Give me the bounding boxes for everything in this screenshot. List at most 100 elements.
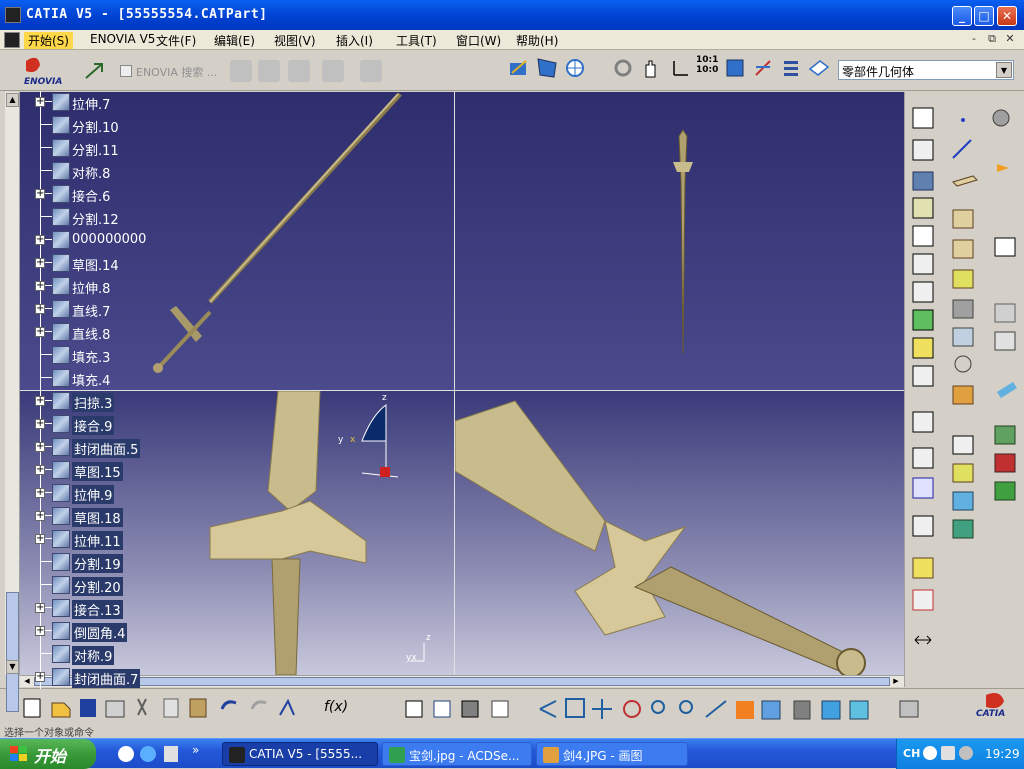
tree-item[interactable]: + 直线.7 <box>22 298 222 321</box>
maximize-button[interactable]: □ <box>974 6 994 26</box>
swap-space-icon[interactable] <box>821 700 841 720</box>
shell-icon[interactable] <box>994 481 1016 501</box>
reference-point-icon[interactable] <box>954 355 972 373</box>
rotate-view-icon[interactable] <box>623 700 641 718</box>
fly-mode-icon[interactable] <box>508 57 530 79</box>
minimize-button[interactable]: _ <box>952 6 972 26</box>
menu-enovia[interactable]: ENOVIA V5 <box>90 32 155 46</box>
pocket-icon[interactable] <box>912 281 934 303</box>
ie-browser-icon[interactable] <box>140 746 156 762</box>
tree-item[interactable]: + 倒圆角.4 <box>22 620 222 643</box>
analysis-icon[interactable] <box>899 700 919 718</box>
whats-this-icon[interactable] <box>279 698 295 716</box>
tree-item[interactable]: +000000000 <box>22 229 222 252</box>
menu-view[interactable]: 视图(V) <box>274 32 316 49</box>
mdi-minimize-button[interactable]: - <box>966 32 982 47</box>
pan-icon[interactable] <box>564 57 586 79</box>
expand-icon[interactable]: + <box>35 235 45 245</box>
hole-icon[interactable] <box>912 225 934 247</box>
tree-item[interactable]: + 拉伸.8 <box>22 275 222 298</box>
sphere-icon[interactable] <box>912 171 934 191</box>
tree-item[interactable]: + 封闭曲面.5 <box>22 436 222 459</box>
copy-icon[interactable] <box>163 698 179 718</box>
expand-icon[interactable]: + <box>35 511 45 521</box>
stiffener-icon[interactable] <box>912 365 934 387</box>
views-icon[interactable] <box>736 701 754 719</box>
tree-item[interactable]: 对称.8 <box>22 160 222 183</box>
lock-icon[interactable] <box>461 700 479 718</box>
menu-file[interactable]: 文件(F) <box>156 32 196 49</box>
menu-tools[interactable]: 工具(T) <box>396 32 437 49</box>
plane-icon[interactable] <box>952 175 978 187</box>
tree-item[interactable]: 填充.4 <box>22 367 222 390</box>
fillet-icon[interactable] <box>997 382 1017 398</box>
tree-vertical-scrollbar[interactable]: ▲ ▼ <box>5 92 20 712</box>
point-icon[interactable] <box>961 118 965 122</box>
sweep-surface-icon[interactable] <box>952 239 974 259</box>
expand-icon[interactable]: + <box>35 419 45 429</box>
chevron-down-icon[interactable]: ▼ <box>996 62 1012 78</box>
mdi-restore-button[interactable]: ⧉ <box>984 32 1000 47</box>
thickness-icon[interactable] <box>994 331 1016 351</box>
tree-item[interactable]: + 扫掠.3 <box>22 390 222 413</box>
zoom-out-icon[interactable] <box>679 700 693 714</box>
zoom-ratio-icon[interactable]: 10:1 10:0 <box>696 55 718 77</box>
expand-icon[interactable]: + <box>35 603 45 613</box>
fly-icon[interactable] <box>539 700 557 718</box>
table-icon[interactable] <box>405 700 423 718</box>
menu-edit[interactable]: 编辑(E) <box>214 32 255 49</box>
cut-icon[interactable] <box>137 698 147 716</box>
task-paint[interactable]: 剑4.JPG - 画图 <box>536 742 688 766</box>
wrap-icon[interactable] <box>952 491 974 511</box>
expand-icon[interactable]: + <box>35 396 45 406</box>
layer-icon[interactable] <box>808 57 830 79</box>
save-icon[interactable] <box>80 699 96 717</box>
sketch-icon[interactable] <box>994 237 1016 257</box>
expand-icon[interactable]: + <box>35 97 45 107</box>
tree-item[interactable]: 分割.20 <box>22 574 222 597</box>
scroll-right-icon[interactable]: ▶ <box>890 677 902 686</box>
tree-item[interactable]: + 接合.9 <box>22 413 222 436</box>
close-button[interactable]: ✕ <box>997 6 1017 26</box>
clock[interactable]: 19:29 <box>985 747 1020 761</box>
multi-view-icon[interactable] <box>724 57 746 79</box>
expand-icon[interactable]: + <box>35 488 45 498</box>
expand-icon[interactable]: + <box>35 672 45 682</box>
apply-material-icon[interactable] <box>912 589 934 611</box>
menu-help[interactable]: 帮助(H) <box>516 32 558 49</box>
expand-icon[interactable]: + <box>35 626 45 636</box>
surface-icon[interactable] <box>952 463 974 483</box>
scroll-down-icon[interactable]: ▼ <box>6 660 19 674</box>
measure-between-icon[interactable] <box>914 635 932 645</box>
tree-item[interactable]: 填充.3 <box>22 344 222 367</box>
open-folder-icon[interactable] <box>51 702 71 718</box>
tree-item[interactable]: 分割.19 <box>22 551 222 574</box>
groove-icon[interactable] <box>912 253 934 275</box>
join-icon[interactable] <box>952 327 974 347</box>
viewport-top-right[interactable] <box>455 92 904 390</box>
undo-icon[interactable] <box>220 700 237 710</box>
start-button[interactable]: 开始 <box>0 739 96 769</box>
body-select-dropdown[interactable]: 零部件几何体 ▼ <box>838 60 1014 80</box>
expand-icon[interactable]: + <box>35 258 45 268</box>
menu-start[interactable]: 开始(S) <box>24 32 73 49</box>
tree-item[interactable]: + 草图.15 <box>22 459 222 482</box>
swap-visible-icon[interactable] <box>780 57 802 79</box>
gear-icon[interactable] <box>992 109 1010 127</box>
tree-item[interactable]: + 草图.18 <box>22 505 222 528</box>
fit-all-icon[interactable] <box>536 57 558 79</box>
expand-icon[interactable]: + <box>35 304 45 314</box>
menu-window[interactable]: 窗口(W) <box>456 32 501 49</box>
mdi-close-button[interactable]: ✕ <box>1002 32 1018 47</box>
normal-view-icon[interactable] <box>668 57 690 79</box>
cylinder-icon[interactable] <box>912 197 934 219</box>
new-file-icon[interactable] <box>23 698 41 718</box>
expand-icon[interactable]: + <box>35 281 45 291</box>
quicklaunch-chevron[interactable]: » <box>192 743 199 757</box>
tree-item[interactable]: + 草图.14 <box>22 252 222 275</box>
hand-icon[interactable] <box>640 57 662 79</box>
volume-icon[interactable] <box>959 746 973 760</box>
formula-icon[interactable]: f(x) <box>324 699 348 715</box>
enovia-search-checkbox[interactable] <box>120 65 132 77</box>
print-icon[interactable] <box>105 700 125 718</box>
